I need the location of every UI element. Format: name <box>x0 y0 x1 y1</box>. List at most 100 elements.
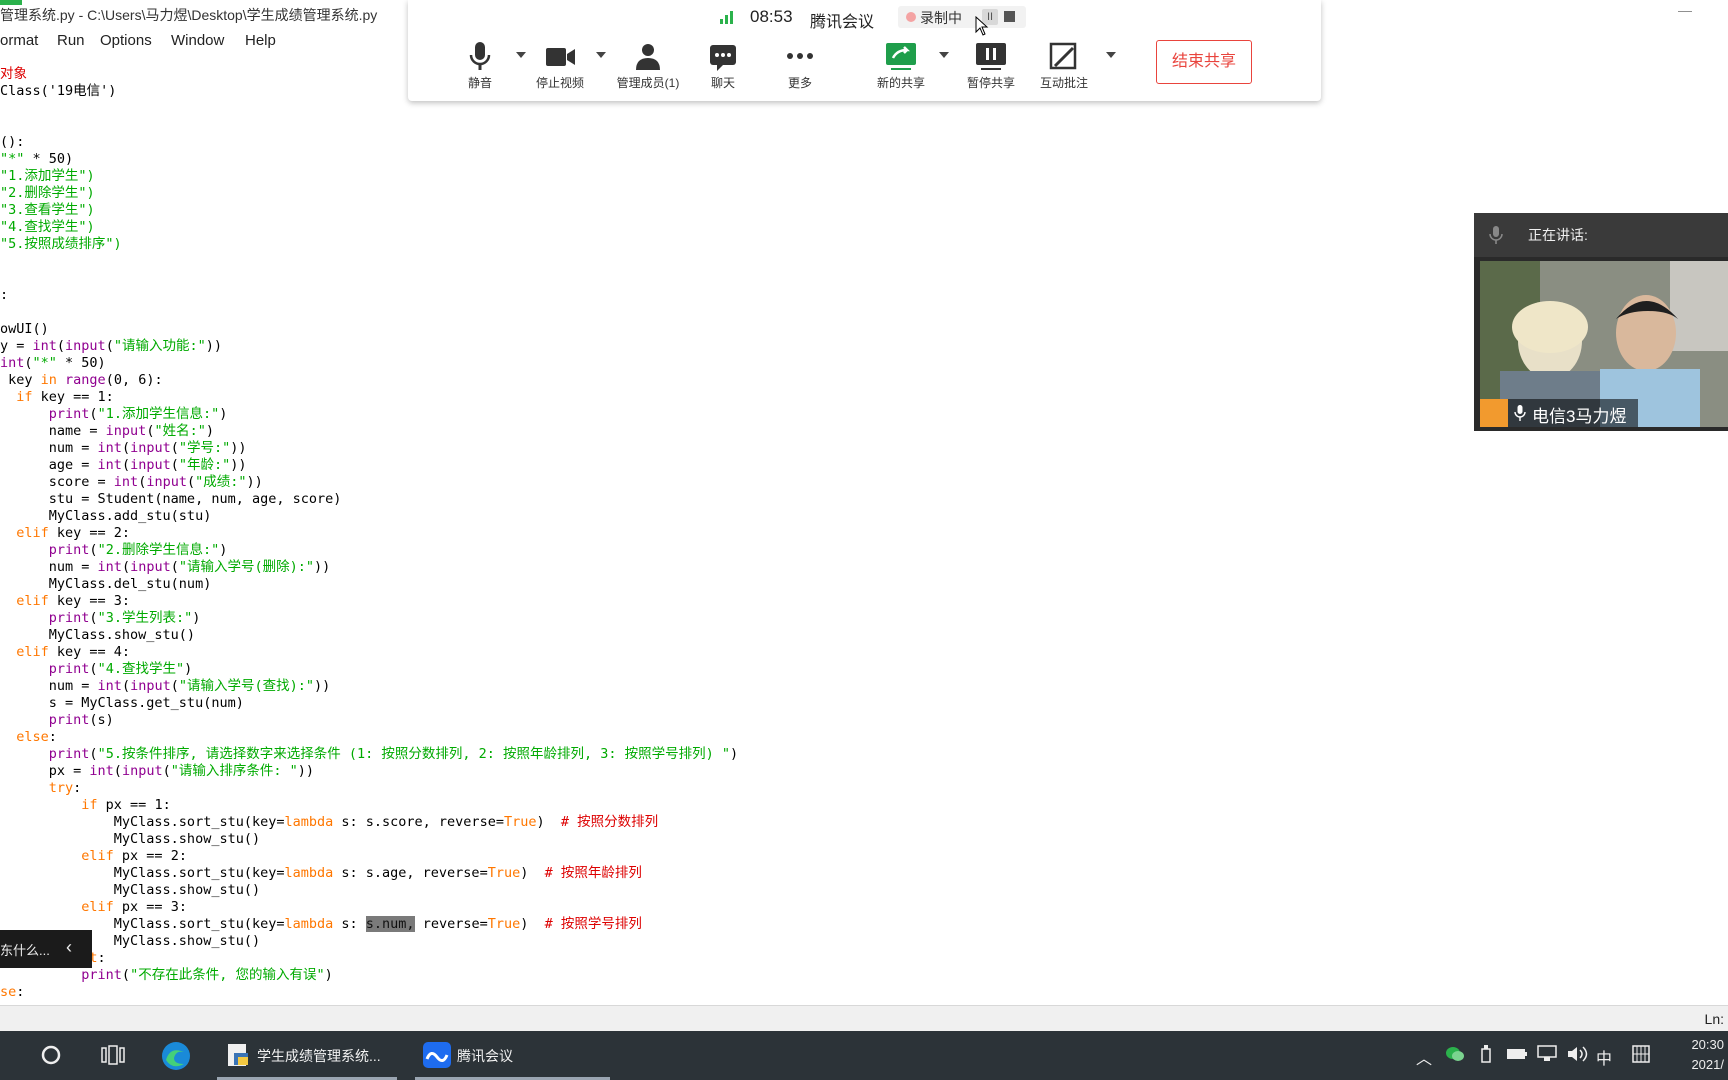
stop-recording-button[interactable] <box>1004 11 1015 22</box>
code-line[interactable]: print("4.查找学生") <box>0 661 738 678</box>
code-line[interactable]: MyClass.del_stu(num) <box>0 576 738 593</box>
code-line[interactable]: print("1.添加学生信息:") <box>0 406 738 423</box>
chat-button[interactable]: 聊天 <box>683 40 763 96</box>
code-line[interactable]: "2.删除学生") <box>0 185 738 202</box>
code-line[interactable]: pt: <box>0 950 738 967</box>
annotate-button[interactable]: 互动批注 <box>1024 40 1104 96</box>
code-line[interactable]: "1.添加学生") <box>0 168 738 185</box>
taskbar-item-meeting[interactable]: 腾讯会议 <box>415 1031 610 1080</box>
code-line[interactable]: else: <box>0 729 738 746</box>
code-line[interactable]: "3.查看学生") <box>0 202 738 219</box>
taskbar-clock[interactable]: 20:30 2021/ <box>1691 1035 1724 1075</box>
code-line[interactable]: MyClass.sort_stu(key=lambda s: s.score, … <box>0 814 738 831</box>
end-share-button[interactable]: 结束共享 <box>1156 40 1252 84</box>
code-line[interactable]: print("不存在此条件, 您的输入有误") <box>0 967 738 984</box>
code-token: )) <box>246 474 263 490</box>
floating-mini-panel[interactable]: 东什么... ‹ <box>0 930 92 968</box>
stop-video-button[interactable]: 停止视频 <box>520 40 600 96</box>
code-line[interactable]: "*" * 50) <box>0 151 738 168</box>
code-line[interactable]: "5.按照成绩排序") <box>0 236 738 253</box>
code-line[interactable]: MyClass.show_stu() <box>0 933 738 950</box>
tray-expand-icon[interactable]: ︿ <box>1416 1045 1432 1069</box>
code-line[interactable]: elif px == 3: <box>0 899 738 916</box>
code-line[interactable]: num = int(input("请输入学号(删除):")) <box>0 559 738 576</box>
menu-options[interactable]: Options <box>100 32 152 49</box>
annotate-dropdown-icon[interactable] <box>1106 52 1116 58</box>
code-token: ( <box>186 474 196 490</box>
code-line[interactable]: print(s) <box>0 712 738 729</box>
usb-icon[interactable] <box>1480 1044 1492 1064</box>
pause-share-button[interactable]: 暂停共享 <box>951 40 1031 96</box>
code-line[interactable]: elif key == 4: <box>0 644 738 661</box>
code-line[interactable]: elif key == 3: <box>0 593 738 610</box>
code-line[interactable]: int("*" * 50) <box>0 355 738 372</box>
code-line[interactable]: px = int(input("请输入排序条件: ")) <box>0 763 738 780</box>
code-token: num = <box>0 678 98 694</box>
taskbar-item-idle[interactable]: 学生成绩管理系统... <box>217 1031 397 1080</box>
code-line[interactable]: s = MyClass.get_stu(num) <box>0 695 738 712</box>
code-token: ( <box>56 338 66 354</box>
code-line[interactable]: se: <box>0 984 738 1001</box>
code-line[interactable]: print("3.学生列表:") <box>0 610 738 627</box>
wechat-icon[interactable] <box>1445 1045 1465 1063</box>
code-line[interactable]: print("5.按条件排序, 请选择数字来选择条件 (1: 按照分数排列, 2… <box>0 746 738 763</box>
code-token: try <box>48 780 74 796</box>
code-line[interactable]: try: <box>0 780 738 797</box>
share-dropdown-icon[interactable] <box>939 52 949 58</box>
code-line[interactable]: (): <box>0 134 738 151</box>
code-token: input <box>65 338 106 354</box>
code-line[interactable]: key in range(0, 6): <box>0 372 738 389</box>
menu-run[interactable]: Run <box>57 32 85 49</box>
code-text[interactable]: 对象 Class('19电信') (): "*" * 50) "1.添加学生") "2.删… <box>0 66 738 1001</box>
menu-format[interactable]: ormat <box>0 32 38 49</box>
battery-icon[interactable] <box>1506 1047 1528 1061</box>
new-share-button[interactable]: 新的共享 <box>861 40 941 96</box>
volume-icon[interactable] <box>1566 1045 1588 1063</box>
network-icon[interactable] <box>1536 1045 1558 1063</box>
task-view-icon[interactable] <box>101 1045 125 1065</box>
code-line[interactable]: elif key == 2: <box>0 525 738 542</box>
code-line[interactable]: : <box>0 287 738 304</box>
menu-window[interactable]: Window <box>171 32 224 49</box>
code-line[interactable]: MyClass.show_stu() <box>0 627 738 644</box>
code-line[interactable]: if px == 1: <box>0 797 738 814</box>
video-dropdown-icon[interactable] <box>596 52 606 58</box>
menu-help[interactable]: Help <box>245 32 276 49</box>
manage-members-button[interactable]: 管理成员(1) <box>608 40 688 96</box>
code-line[interactable]: name = input("姓名:") <box>0 423 738 440</box>
code-line[interactable]: MyClass.add_stu(stu) <box>0 508 738 525</box>
code-line[interactable]: elif px == 2: <box>0 848 738 865</box>
code-line[interactable]: MyClass.show_stu() <box>0 831 738 848</box>
code-line[interactable] <box>0 100 738 117</box>
keyboard-grid-icon[interactable] <box>1632 1045 1650 1063</box>
code-editor[interactable]: 对象 Class('19电信') (): "*" * 50) "1.添加学生") "2.删… <box>0 60 1728 1005</box>
ime-indicator[interactable]: 中 <box>1596 1045 1612 1069</box>
code-line[interactable] <box>0 304 738 321</box>
code-line[interactable]: y = int(input("请输入功能:")) <box>0 338 738 355</box>
code-line[interactable]: MyClass.show_stu() <box>0 882 738 899</box>
code-line[interactable] <box>0 253 738 270</box>
more-button[interactable]: 更多 <box>760 40 840 96</box>
code-line[interactable]: MyClass.sort_stu(key=lambda s: s.num, re… <box>0 916 738 933</box>
code-line[interactable]: owUI() <box>0 321 738 338</box>
code-line[interactable]: "4.查找学生") <box>0 219 738 236</box>
recording-indicator: 录制中 II <box>898 6 1026 28</box>
mute-button[interactable]: 静音 <box>440 40 520 96</box>
code-line[interactable]: age = int(input("年龄:")) <box>0 457 738 474</box>
code-line[interactable]: num = int(input("学号:")) <box>0 440 738 457</box>
minimize-icon[interactable]: — <box>1678 2 1692 18</box>
code-line[interactable]: score = int(input("成绩:")) <box>0 474 738 491</box>
code-line[interactable]: print("2.删除学生信息:") <box>0 542 738 559</box>
collapse-icon[interactable]: ‹ <box>66 937 72 958</box>
code-line[interactable] <box>0 270 738 287</box>
code-line[interactable]: MyClass.sort_stu(key=lambda s: s.age, re… <box>0 865 738 882</box>
code-line[interactable]: num = int(input("请输入学号(查找):")) <box>0 678 738 695</box>
search-circle-icon[interactable] <box>40 1044 62 1066</box>
edge-browser-icon[interactable] <box>160 1040 192 1072</box>
code-line[interactable] <box>0 117 738 134</box>
code-line[interactable]: stu = Student(name, num, age, score) <box>0 491 738 508</box>
code-line[interactable]: if key == 1: <box>0 389 738 406</box>
code-token: ( <box>113 763 122 779</box>
code-token: MyClass.del_stu(num) <box>0 576 212 592</box>
